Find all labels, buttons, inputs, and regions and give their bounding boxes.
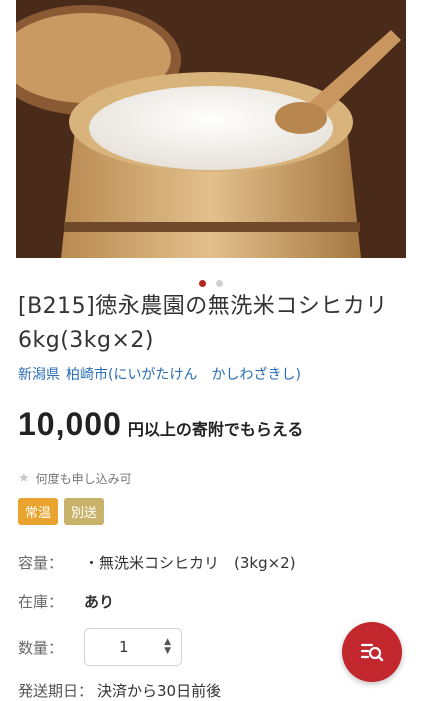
price-block: 10,000 円以上の寄附でもらえる <box>18 406 303 443</box>
product-image[interactable] <box>16 0 406 258</box>
star-icon: ★ <box>18 471 30 486</box>
spec-capacity: 容量： ・無洗米コシヒカリ (3kg×2) <box>18 552 410 573</box>
badge-room-temp: 常温 <box>18 498 59 525</box>
shipping-row: 発送期日： 決済から30日前後 <box>18 680 221 701</box>
repeat-note-text: 何度も申し込み可 <box>35 472 132 486</box>
quantity-label: 数量： <box>18 638 64 657</box>
spec-stock: 在庫： あり <box>18 591 410 612</box>
capacity-value: ・無洗米コシヒカリ (3kg×2) <box>84 554 296 572</box>
badge-group: 常温 別送 <box>18 498 110 525</box>
product-title: [B215]徳永農園の無洗米コシヒカリ6kg(3kg×2) <box>18 294 388 353</box>
price-suffix: 円以上の寄附でもらえる <box>127 420 304 439</box>
repeat-note: ★ 何度も申し込み可 <box>18 470 132 487</box>
carousel-dot-1[interactable] <box>199 280 206 287</box>
badge-separate-shipping: 別送 <box>64 498 105 525</box>
quantity-select[interactable]: 1 ▲ ▼ <box>84 628 182 666</box>
capacity-label: 容量： <box>18 554 64 572</box>
city-link[interactable]: 柏崎市(にいがたけん かしわざきし) <box>66 367 301 383</box>
price-amount: 10,000 <box>18 406 122 442</box>
prefecture-link[interactable]: 新潟県 <box>18 367 60 383</box>
carousel-dot-2[interactable] <box>216 280 223 287</box>
search-list-icon <box>360 643 384 662</box>
carousel-dots <box>0 272 422 291</box>
stock-label: 在庫： <box>18 593 64 611</box>
stock-value: あり <box>84 593 115 611</box>
stepper-arrows-icon[interactable]: ▲ ▼ <box>164 638 171 656</box>
quantity-value: 1 <box>119 638 129 656</box>
search-list-button[interactable] <box>342 622 402 682</box>
location: 新潟県 柏崎市(にいがたけん かしわざきし) <box>18 364 410 384</box>
shipping-label: 発送期日： <box>18 682 94 700</box>
shipping-value: 決済から30日前後 <box>97 682 222 700</box>
